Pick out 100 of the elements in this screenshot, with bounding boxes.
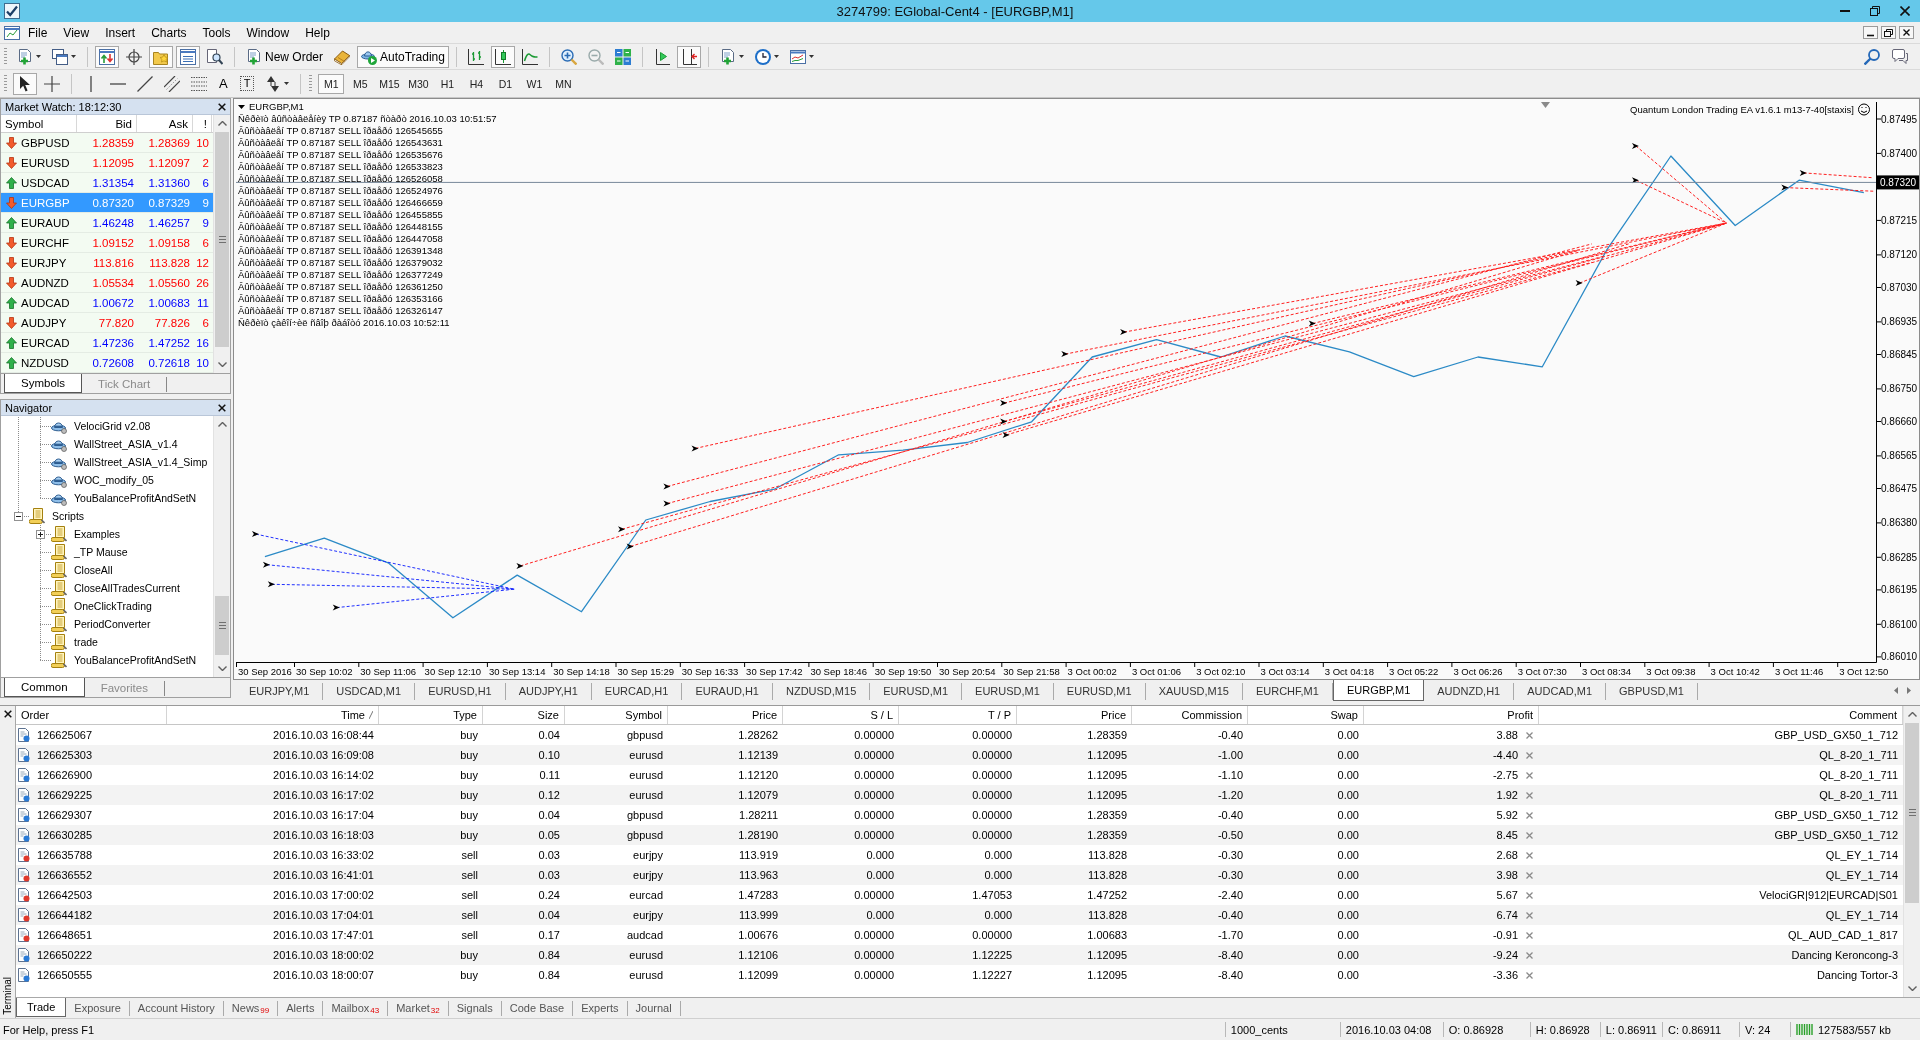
arrows-icon[interactable] (265, 75, 282, 92)
bar-chart-icon[interactable] (467, 48, 484, 65)
navigator-item[interactable]: trade (51, 634, 99, 650)
text-tool-button[interactable]: A (214, 76, 233, 91)
chart-tab[interactable]: AUDNZD,H1 (1424, 683, 1515, 700)
collapse-icon[interactable] (14, 511, 23, 521)
scrollbar-thumb[interactable] (215, 596, 229, 656)
restore-icon[interactable] (1870, 6, 1880, 16)
document-plus-icon[interactable] (17, 48, 33, 65)
close-icon[interactable] (1899, 26, 1914, 39)
market-watch-row[interactable]: USDCAD 1.31354 1.31360 6 (1, 173, 213, 193)
column-header[interactable]: T / P (899, 706, 1017, 724)
caret-icon[interactable] (71, 55, 76, 58)
terminal-tab[interactable]: Alerts (278, 1001, 324, 1016)
market-watch-row[interactable]: EURUSD 1.12095 1.12097 2 (1, 153, 213, 173)
windows-icon[interactable] (52, 48, 68, 65)
chart-tab[interactable]: EURUSD,M1 (962, 683, 1054, 700)
chat-icon[interactable] (1892, 48, 1908, 64)
navigator-item[interactable]: OneClickTrading (51, 598, 153, 614)
navigator-item[interactable]: Examples (51, 526, 122, 542)
market-watch-row[interactable]: EURCHF 1.09152 1.09158 6 (1, 233, 213, 253)
timeframe-button[interactable]: MN (550, 73, 577, 94)
menu-item[interactable]: Charts (143, 22, 195, 43)
column-header[interactable]: Commission (1132, 706, 1248, 724)
column-header[interactable]: Ask (137, 115, 193, 132)
scrollbar-thumb[interactable] (1905, 723, 1919, 903)
market-watch-row[interactable]: AUDJPY 77.820 77.826 6 (1, 313, 213, 333)
new-order-button[interactable]: New Order (242, 45, 327, 68)
magnifier-document-icon[interactable] (207, 48, 223, 65)
terminal-tab[interactable]: Exposure (66, 1001, 130, 1016)
chart-tab[interactable]: EURAUD,H1 (682, 683, 773, 700)
chart-tab[interactable]: EURCHF,M1 (1242, 683, 1333, 700)
panel-tab[interactable]: Symbols (4, 374, 83, 393)
channel-icon[interactable] (164, 75, 180, 92)
scrollbar[interactable] (213, 416, 230, 677)
timeframe-button[interactable]: H4 (463, 73, 490, 94)
menu-item[interactable]: Tools (194, 22, 239, 43)
clock-icon[interactable] (754, 48, 771, 65)
fibonacci-icon[interactable] (191, 75, 207, 92)
column-header[interactable]: S / L (783, 706, 899, 724)
terminal-tab[interactable]: Signals (448, 1001, 502, 1016)
column-header[interactable]: Price (1017, 706, 1132, 724)
toolbar-button[interactable] (490, 45, 515, 68)
menu-item[interactable]: Insert (97, 22, 144, 43)
close-icon[interactable] (218, 102, 226, 111)
chart-tab[interactable]: AUDJPY,H1 (505, 683, 592, 700)
menu-item[interactable]: Window (238, 22, 298, 43)
scroll-up-icon[interactable] (217, 422, 227, 427)
terminal-tab[interactable]: Trade (16, 998, 67, 1017)
terminal-tab[interactable]: Code Base (501, 1001, 574, 1016)
menu-item[interactable]: File (20, 22, 56, 43)
scroll-up-icon[interactable] (1907, 712, 1917, 717)
scrollbar[interactable] (213, 115, 230, 373)
navigator-item[interactable]: Scripts (29, 508, 86, 524)
navigator-item[interactable]: VelociGrid v2.08 (51, 418, 152, 434)
crosshair-icon[interactable] (44, 75, 60, 92)
column-header[interactable]: Size (483, 706, 565, 724)
column-header[interactable]: Profit (1364, 706, 1539, 724)
navigator-item[interactable]: CloseAll (51, 562, 114, 578)
trend-line-icon[interactable] (137, 75, 153, 92)
column-header[interactable]: Swap (1248, 706, 1364, 724)
market-watch-row[interactable]: EURCAD 1.47236 1.47252 16 (1, 333, 213, 353)
zoom-in-icon[interactable] (560, 48, 577, 65)
chart-shift-icon[interactable] (653, 48, 670, 65)
book-icon[interactable] (334, 48, 350, 65)
column-header[interactable]: ! (193, 115, 212, 132)
navigator-item[interactable]: PeriodConverter (51, 616, 152, 632)
chart-tab[interactable]: EURUSD,H1 (415, 683, 506, 700)
timeframe-button[interactable]: D1 (492, 73, 519, 94)
chart-tab[interactable]: EURJPY,M1 (236, 683, 324, 700)
document-plus-icon[interactable] (719, 48, 736, 65)
chart-tab[interactable]: XAUUSD,M15 (1145, 683, 1243, 700)
chart-tab[interactable]: EURUSD,M1 (1053, 683, 1146, 700)
caret-icon[interactable] (773, 55, 779, 58)
column-header[interactable]: Price (668, 706, 783, 724)
chart-tab[interactable]: AUDCAD,M1 (1514, 683, 1607, 700)
navigator-item[interactable]: YouBalanceProfitAndSetN (51, 652, 198, 668)
timeframe-button[interactable]: M5 (347, 73, 374, 94)
crosshair-icon[interactable] (126, 48, 142, 65)
market-watch-row[interactable]: AUDNZD 1.05534 1.05560 26 (1, 273, 213, 293)
close-icon[interactable] (218, 403, 226, 412)
column-header[interactable]: Time (167, 706, 379, 724)
column-header[interactable]: Symbol (565, 706, 668, 724)
timeframe-button[interactable]: M30 (405, 73, 432, 94)
close-icon[interactable] (3, 710, 12, 718)
caret-icon[interactable] (36, 55, 41, 58)
scroll-left-icon[interactable] (1894, 687, 1898, 694)
market-watch-row[interactable]: EURAUD 1.46248 1.46257 9 (1, 213, 213, 233)
toolbar-button[interactable] (13, 72, 37, 95)
caret-icon[interactable] (738, 55, 744, 58)
navigator-item[interactable]: WallStreet_ASIA_v1.4_Simp (51, 454, 209, 470)
market-watch-row[interactable]: GBPUSD 1.28359 1.28369 10 (1, 133, 213, 153)
navigator-item[interactable]: YouBalanceProfitAndSetN (51, 490, 198, 506)
panel-tab[interactable]: Common (4, 678, 85, 697)
toolbar-button[interactable] (676, 45, 701, 68)
auto-trading-button[interactable]: AutoTrading (357, 45, 449, 68)
line-chart-icon[interactable] (521, 48, 538, 65)
scrollbar[interactable] (1903, 706, 1920, 997)
chart-tab[interactable]: NZDUSD,M15 (772, 683, 871, 700)
timeframe-button[interactable]: M1 (318, 73, 345, 94)
